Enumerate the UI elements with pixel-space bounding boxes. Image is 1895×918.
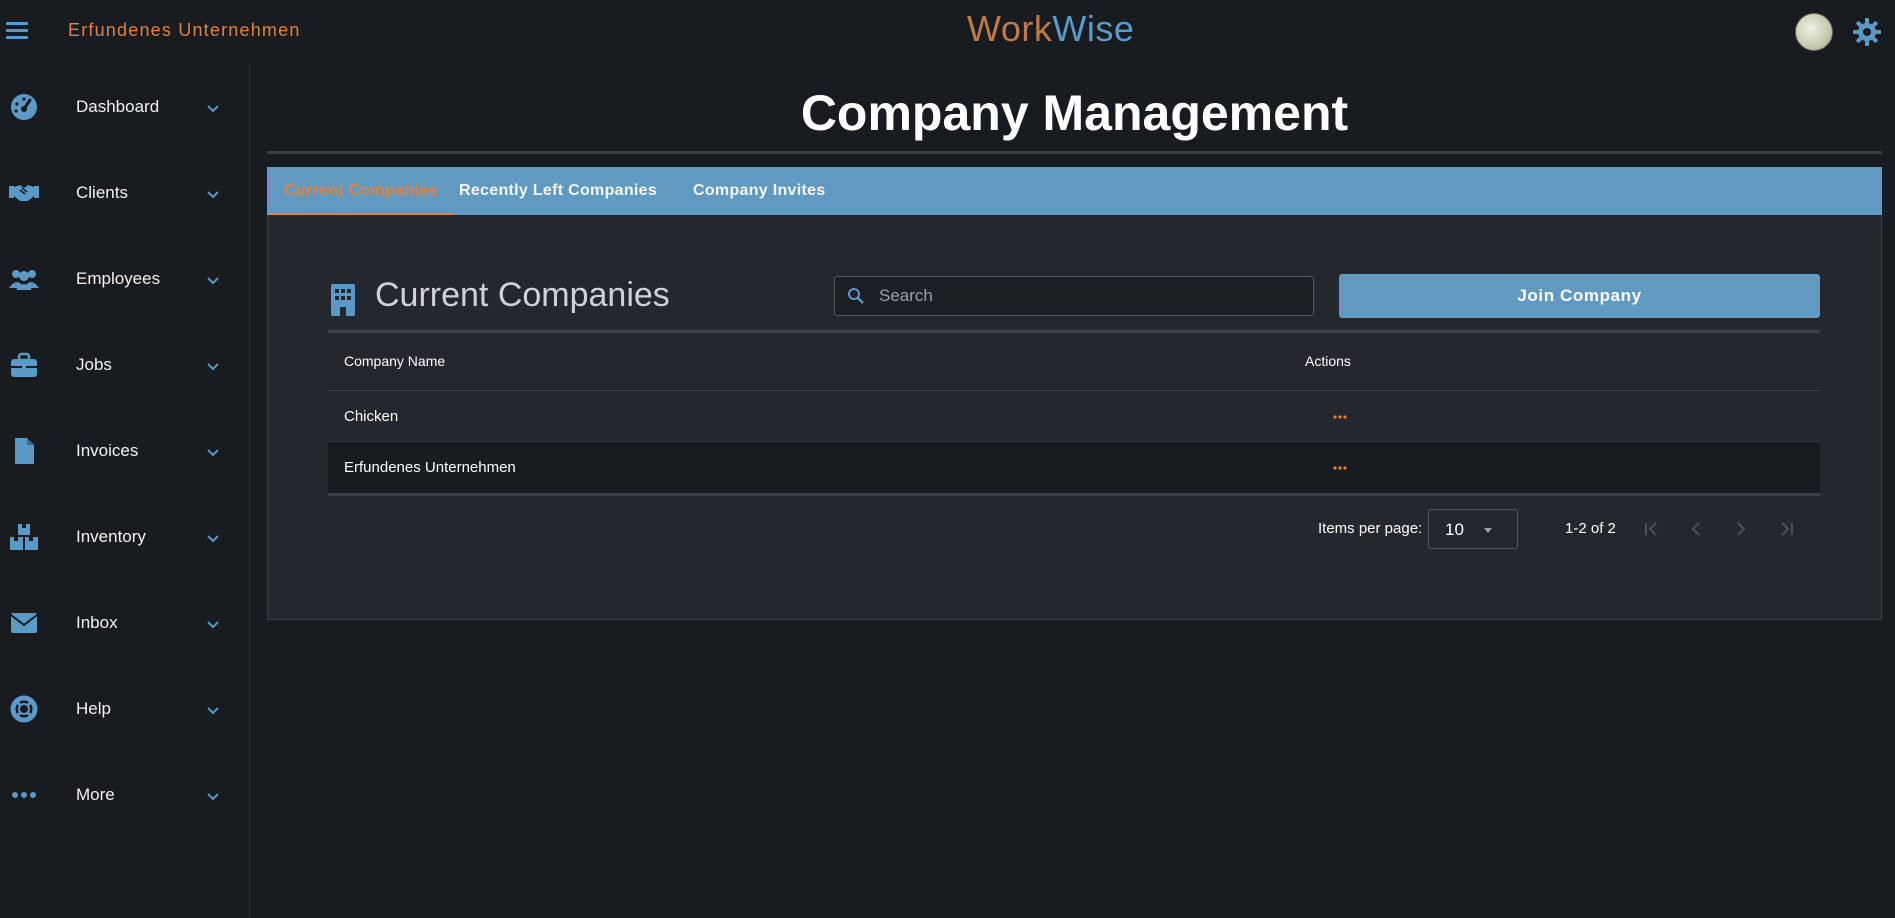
active-company-name[interactable]: Erfundenes Unternehmen [68, 20, 301, 41]
chevron-down-icon[interactable] [204, 271, 222, 289]
items-per-page-select[interactable]: 10 [1428, 509, 1518, 549]
sidebar-item-label: Clients [76, 183, 128, 202]
sidebar-item-label: Dashboard [76, 97, 160, 116]
page-title: Company Management [800, 85, 1349, 141]
sidebar-item-help[interactable]: Help [0, 679, 250, 739]
brand-wise: Wise [1052, 8, 1135, 49]
table-row[interactable]: Chicken [328, 390, 1820, 442]
sidebar-item-employees[interactable]: Employees [0, 249, 250, 309]
tab-bar: Current Companies Recently Left Companie… [267, 167, 1882, 215]
sidebar-item-label: Inventory [76, 527, 146, 546]
table-header-divider [328, 330, 1820, 333]
last-page-icon[interactable] [1775, 517, 1799, 541]
sidebar-item-dashboard[interactable]: Dashboard [0, 77, 250, 137]
join-company-button[interactable]: Join Company [1339, 274, 1820, 318]
sidebar-item-label: Jobs [76, 355, 112, 374]
column-header-company-name[interactable]: Company Name [344, 353, 445, 369]
more-options-icon[interactable] [1328, 456, 1352, 480]
boxes-icon [10, 524, 38, 550]
building-icon [331, 284, 355, 316]
brand-logo[interactable]: WorkWise [967, 8, 1134, 50]
sidebar-item-jobs[interactable]: Jobs [0, 335, 250, 395]
table-footer-divider [328, 494, 1820, 496]
chevron-down-icon[interactable] [204, 443, 222, 461]
company-name-cell: Chicken [344, 408, 399, 425]
tab-recently-left-companies[interactable]: Recently Left Companies [442, 167, 674, 215]
next-page-icon[interactable] [1729, 517, 1753, 541]
more-options-icon[interactable] [1328, 405, 1352, 429]
handshake-icon [9, 185, 39, 201]
chevron-down-icon[interactable] [204, 529, 222, 547]
users-icon [9, 270, 39, 290]
lifebuoy-icon [10, 695, 38, 723]
brand-work: Work [967, 8, 1053, 49]
chevron-down-icon[interactable] [204, 99, 222, 117]
section-title: Current Companies [375, 276, 670, 314]
sidebar-item-more[interactable]: More [0, 765, 250, 825]
sidebar-item-clients[interactable]: Clients [0, 163, 250, 223]
sidebar-item-label: Inbox [76, 613, 118, 632]
briefcase-icon [11, 352, 37, 377]
items-per-page-label: Items per page: [1318, 520, 1423, 537]
user-avatar[interactable] [1795, 13, 1833, 51]
speedometer-icon [11, 94, 37, 120]
chevron-down-icon[interactable] [204, 615, 222, 633]
dropdown-arrow-icon [1484, 528, 1492, 533]
search-box[interactable] [834, 276, 1314, 316]
sidebar-item-invoices[interactable]: Invoices [0, 421, 250, 481]
company-name-cell: Erfundenes Unternehmen [344, 459, 516, 476]
search-input[interactable] [879, 283, 1299, 309]
sidebar: Dashboard Clients Employees Jobs Invoice… [0, 64, 250, 918]
ellipsis-icon [12, 792, 36, 798]
table-row[interactable]: Erfundenes Unternehmen [328, 442, 1820, 494]
sidebar-item-inventory[interactable]: Inventory [0, 507, 250, 567]
sidebar-item-inbox[interactable]: Inbox [0, 593, 250, 653]
chevron-down-icon[interactable] [204, 787, 222, 805]
envelope-icon [10, 613, 38, 633]
chevron-down-icon[interactable] [204, 357, 222, 375]
column-header-actions: Actions [1305, 353, 1351, 369]
chevron-down-icon[interactable] [204, 701, 222, 719]
tab-current-companies[interactable]: Current Companies [267, 167, 455, 215]
document-icon [15, 438, 34, 464]
sidebar-item-label: Employees [76, 269, 161, 288]
title-divider [267, 151, 1882, 154]
top-bar: Erfundenes Unternehmen WorkWise [0, 0, 1895, 64]
chevron-down-icon[interactable] [204, 185, 222, 203]
previous-page-icon[interactable] [1684, 517, 1708, 541]
sidebar-item-label: More [76, 785, 115, 804]
gear-icon[interactable] [1851, 16, 1883, 48]
first-page-icon[interactable] [1639, 517, 1663, 541]
search-icon [848, 288, 864, 304]
sidebar-item-label: Help [76, 699, 111, 718]
sidebar-item-label: Invoices [76, 441, 139, 460]
tab-company-invites[interactable]: Company Invites [676, 167, 843, 215]
hamburger-menu-icon[interactable] [6, 18, 28, 44]
items-per-page-value: 10 [1445, 520, 1464, 539]
pagination-range: 1-2 of 2 [1565, 520, 1616, 537]
